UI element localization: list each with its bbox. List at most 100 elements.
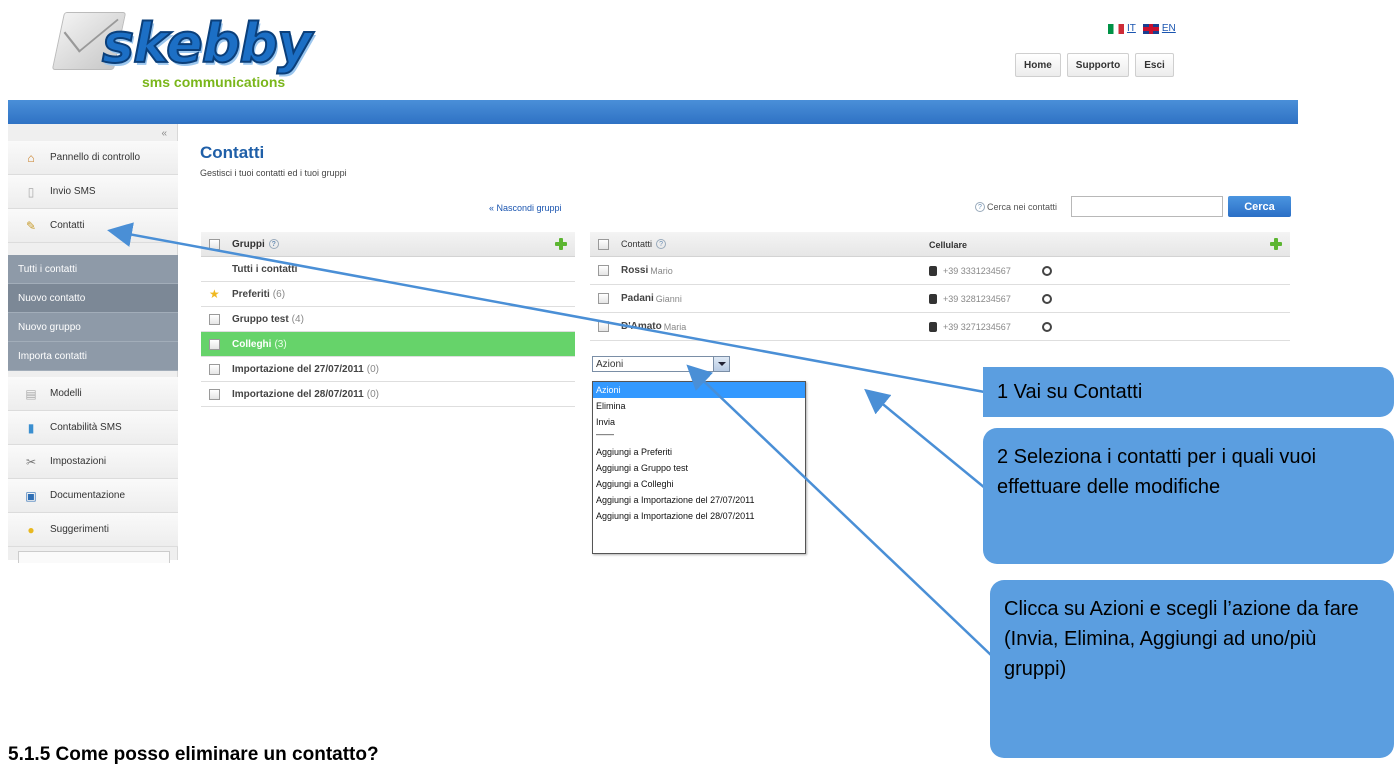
settings-icon: ✂ [25,454,37,469]
group-row-import-28[interactable]: Importazione del 28/07/2011 (0) [201,382,575,407]
group-row-favorites[interactable]: ★ Preferiti (6) [201,282,575,307]
dropdown-option[interactable]: Elimina [593,398,805,414]
group-row-test[interactable]: Gruppo test (4) [201,307,575,332]
sidebar-item-label: Contatti [50,220,85,231]
dropdown-option[interactable]: Invia [593,414,805,430]
group-name: Colleghi [232,338,272,350]
phone-column-header: Cellulare [929,240,968,250]
add-group-icon[interactable] [555,238,567,250]
groups-table: Gruppi ? Tutti i contatti ★ Preferiti (6… [201,232,575,407]
contact-first-name: Gianni [655,293,682,304]
collapse-sidebar-button[interactable]: « [161,128,167,139]
home-icon: ⌂ [27,150,35,165]
group-row-colleghi[interactable]: Colleghi (3) [201,332,575,357]
logout-button[interactable]: Esci [1135,53,1174,77]
search-button[interactable]: Cerca [1228,196,1291,217]
remove-circle-icon[interactable] [1042,294,1052,304]
dropdown-option[interactable]: Aggiungi a Importazione del 28/07/2011 [593,508,805,524]
hide-groups-link[interactable]: « Nascondi gruppi [489,203,562,213]
sidebar-widget [18,551,170,563]
chevron-down-icon[interactable] [713,357,729,371]
lightbulb-icon: ● [27,522,35,537]
sidebar-item-documentation[interactable]: ▣ Documentazione [8,479,178,513]
sidebar-item-sms-accounting[interactable]: ▮ Contabilità SMS [8,411,178,445]
search-label-text: Cerca nei contatti [987,202,1058,212]
group-count: (6) [272,288,286,300]
dropdown-option[interactable]: Aggiungi a Colleghi [593,476,805,492]
subnav-new-contact[interactable]: Nuovo contatto [8,284,178,313]
sidebar-item-label: Documentazione [50,490,126,501]
group-row-all[interactable]: Tutti i contatti [201,257,575,282]
contact-checkbox[interactable] [598,321,609,332]
help-icon[interactable]: ? [268,239,279,249]
contact-checkbox[interactable] [598,293,609,304]
phone-icon [929,322,937,332]
select-all-contacts-checkbox[interactable] [598,238,609,250]
dropdown-separator: —— [596,429,614,439]
subnav-all-contacts[interactable]: Tutti i contatti [8,255,178,284]
groups-header: Gruppi ? [201,232,575,257]
skebby-logo[interactable]: skebby sms communications [51,4,313,92]
dropdown-option[interactable]: Aggiungi a Importazione del 27/07/2011 [593,492,805,508]
group-name: Preferiti [232,288,270,300]
actions-select[interactable]: Azioni [592,356,730,372]
help-icon[interactable]: ? [975,202,985,212]
group-count: (0) [366,363,379,375]
add-contact-icon[interactable] [1270,238,1282,250]
sidebar-item-settings[interactable]: ✂ Impostazioni [8,445,178,479]
templates-icon: ▤ [25,386,37,401]
logo-tagline: sms communications [142,74,286,90]
contacts-header-label: Contatti [621,239,653,249]
contact-checkbox[interactable] [598,265,609,276]
contact-row[interactable]: D'Amato Maria +39 3271234567 [590,313,1290,341]
dropdown-option[interactable]: Aggiungi a Gruppo test [593,460,805,476]
subnav-import-contacts[interactable]: Importa contatti [8,342,178,371]
group-checkbox[interactable] [209,363,220,375]
group-checkbox[interactable] [209,313,220,325]
contact-phone: +39 3271234567 [929,322,1011,332]
header-band [8,100,1298,124]
contact-last-name: Rossi [621,265,649,276]
lang-link-it[interactable]: IT [1127,23,1136,34]
lang-link-en[interactable]: EN [1162,23,1176,34]
contact-phone: +39 3331234567 [929,266,1011,276]
star-icon: ★ [209,287,220,301]
help-icon[interactable]: ? [656,239,667,249]
sidebar-item-suggestions[interactable]: ● Suggerimenti [8,513,178,547]
contacts-table: Contatti ? Cellulare Rossi Mario +39 333… [590,232,1290,341]
contact-phone-number: +39 3331234567 [943,266,1011,276]
uk-flag-icon[interactable] [1142,23,1159,34]
group-checkbox[interactable] [209,338,220,350]
contact-phone: +39 3281234567 [929,294,1011,304]
sidebar-item-label: Pannello di controllo [50,152,141,163]
italy-flag-icon[interactable] [1108,23,1124,34]
sidebar-item-dashboard[interactable]: ⌂ Pannello di controllo [8,141,178,175]
subnav-new-group[interactable]: Nuovo gruppo [8,313,178,342]
group-count: (3) [274,338,287,350]
remove-circle-icon[interactable] [1042,322,1052,332]
sidebar-item-templates[interactable]: ▤ Modelli [8,377,178,411]
dropdown-option[interactable]: Azioni [593,382,805,398]
sidebar-item-label: Impostazioni [50,456,107,467]
contact-last-name: Padani [621,293,654,304]
sidebar: « ⌂ Pannello di controllo ▯ Invio SMS ✎ … [8,124,178,563]
contact-row[interactable]: Padani Gianni +39 3281234567 [590,285,1290,313]
actions-dropdown: Azioni Elimina Invia —— Aggiungi a Prefe… [592,381,806,554]
sidebar-item-contacts[interactable]: ✎ Contatti [8,209,178,243]
support-button[interactable]: Supporto [1066,53,1130,77]
select-all-groups-checkbox[interactable] [209,238,220,250]
group-name: Gruppo test [232,313,289,325]
remove-circle-icon[interactable] [1042,266,1052,276]
contact-row[interactable]: Rossi Mario +39 3331234567 [590,257,1290,285]
group-checkbox[interactable] [209,388,220,400]
search-input[interactable] [1071,196,1223,217]
contact-phone-number: +39 3281234567 [943,294,1011,304]
group-name: Importazione del 28/07/2011 [232,388,364,400]
group-row-import-27[interactable]: Importazione del 27/07/2011 (0) [201,357,575,382]
contacts-icon: ✎ [25,218,37,233]
language-switcher: IT EN [1108,23,1180,34]
sidebar-item-send-sms[interactable]: ▯ Invio SMS [8,175,178,209]
book-icon: ▣ [25,488,37,503]
dropdown-option[interactable]: Aggiungi a Preferiti [593,444,805,460]
home-button[interactable]: Home [1015,53,1061,77]
